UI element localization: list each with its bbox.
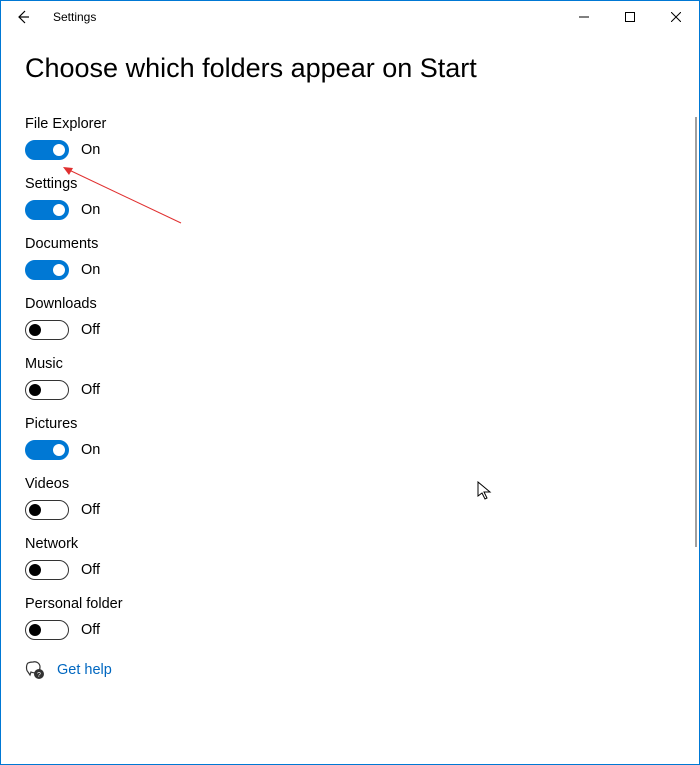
option-label: Downloads <box>25 296 675 312</box>
toggle-switch[interactable] <box>25 560 69 580</box>
toggle-state-label: Off <box>81 622 100 638</box>
toggle-switch[interactable] <box>25 140 69 160</box>
folder-option: Settings On <box>25 176 675 220</box>
option-label: Network <box>25 536 675 552</box>
option-label: Pictures <box>25 416 675 432</box>
minimize-button[interactable] <box>561 1 607 33</box>
option-label: Videos <box>25 476 675 492</box>
toggle-state-label: Off <box>81 322 100 338</box>
folder-option: Network Off <box>25 536 675 580</box>
toggle-state-label: Off <box>81 502 100 518</box>
toggle-switch[interactable] <box>25 320 69 340</box>
toggle-switch[interactable] <box>25 380 69 400</box>
get-help-link[interactable]: Get help <box>57 662 112 678</box>
maximize-button[interactable] <box>607 1 653 33</box>
folder-option: Videos Off <box>25 476 675 520</box>
toggle-switch[interactable] <box>25 620 69 640</box>
toggle-state-label: On <box>81 202 100 218</box>
option-label: Music <box>25 356 675 372</box>
toggle-state-label: Off <box>81 382 100 398</box>
option-label: Personal folder <box>25 596 675 612</box>
back-button[interactable] <box>1 1 45 33</box>
toggle-switch[interactable] <box>25 500 69 520</box>
svg-text:?: ? <box>37 672 41 679</box>
folder-option: Pictures On <box>25 416 675 460</box>
close-button[interactable] <box>653 1 699 33</box>
page-title: Choose which folders appear on Start <box>25 53 675 84</box>
folder-option: File Explorer On <box>25 116 675 160</box>
toggle-switch[interactable] <box>25 200 69 220</box>
toggle-state-label: On <box>81 442 100 458</box>
option-label: Documents <box>25 236 675 252</box>
option-label: Settings <box>25 176 675 192</box>
folder-option: Downloads Off <box>25 296 675 340</box>
option-label: File Explorer <box>25 116 675 132</box>
toggle-switch[interactable] <box>25 260 69 280</box>
toggle-state-label: On <box>81 142 100 158</box>
folder-option: Documents On <box>25 236 675 280</box>
toggle-state-label: On <box>81 262 100 278</box>
help-icon: ? <box>25 660 45 680</box>
window-title: Settings <box>53 10 96 24</box>
folder-option: Music Off <box>25 356 675 400</box>
toggle-state-label: Off <box>81 562 100 578</box>
folder-option: Personal folder Off <box>25 596 675 640</box>
scrollbar[interactable] <box>695 117 697 547</box>
toggle-switch[interactable] <box>25 440 69 460</box>
